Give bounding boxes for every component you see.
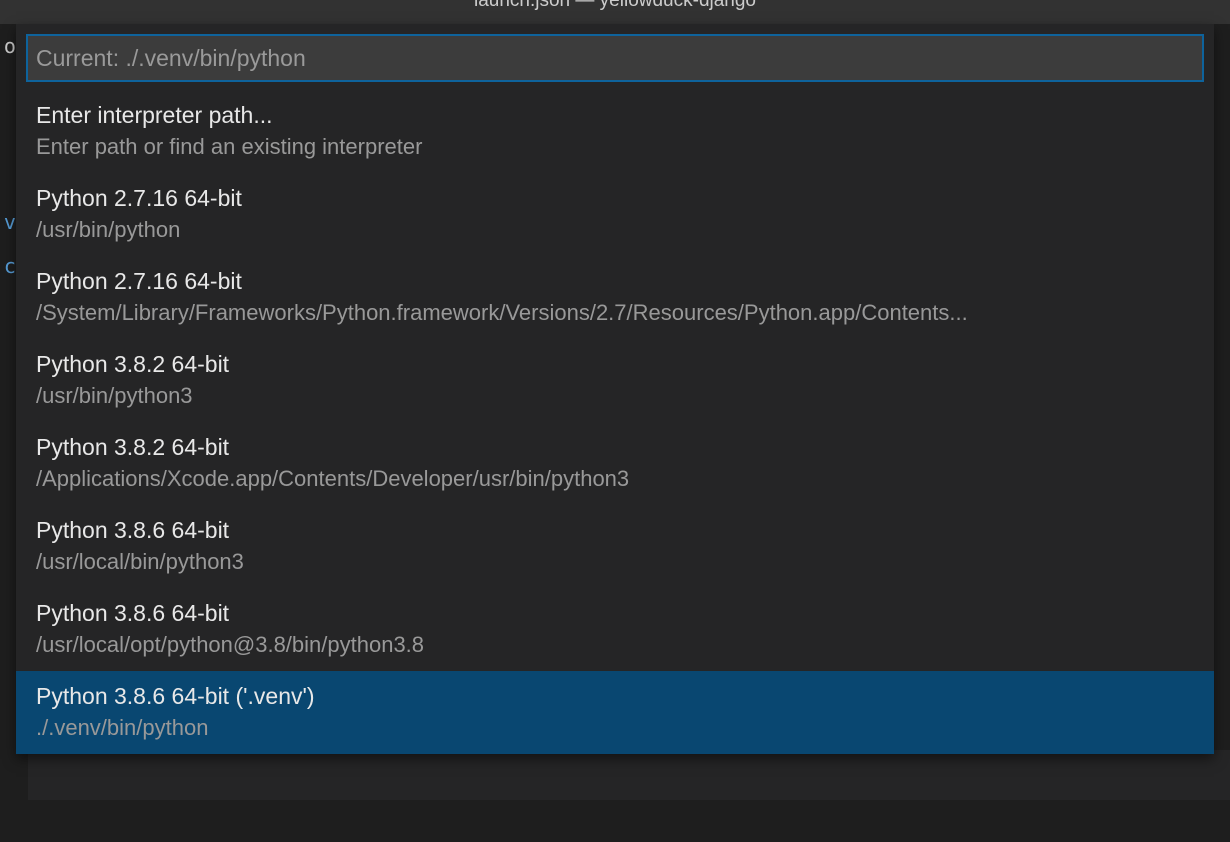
picker-item-description: ./.venv/bin/python: [36, 712, 1194, 744]
picker-item-description: /usr/local/opt/python@3.8/bin/python3.8: [36, 629, 1194, 661]
picker-item-description: /Applications/Xcode.app/Contents/Develop…: [36, 463, 1194, 495]
picker-item[interactable]: Python 3.8.6 64-bit/usr/local/bin/python…: [16, 505, 1214, 588]
picker-item-description: /usr/bin/python: [36, 214, 1194, 246]
picker-item-label: Python 3.8.6 64-bit: [36, 515, 1194, 546]
picker-item-description: /usr/local/bin/python3: [36, 546, 1194, 578]
title-bar-text: launch.json — yellowduck-django: [474, 0, 756, 12]
picker-item[interactable]: Enter interpreter path...Enter path or f…: [16, 90, 1214, 173]
title-bar: launch.json — yellowduck-django: [0, 0, 1230, 24]
interpreter-path-input[interactable]: [27, 35, 1203, 81]
interpreter-picker: Enter interpreter path...Enter path or f…: [16, 24, 1214, 754]
picker-item-description: /usr/bin/python3: [36, 380, 1194, 412]
picker-item-label: Python 3.8.6 64-bit: [36, 598, 1194, 629]
picker-item-label: Python 2.7.16 64-bit: [36, 266, 1194, 297]
picker-item[interactable]: Python 3.8.6 64-bit/usr/local/opt/python…: [16, 588, 1214, 671]
picker-item-label: Python 3.8.6 64-bit ('.venv'): [36, 681, 1194, 712]
picker-item[interactable]: Python 2.7.16 64-bit/usr/bin/python: [16, 173, 1214, 256]
picker-item-label: Enter interpreter path...: [36, 100, 1194, 131]
picker-item[interactable]: Python 3.8.2 64-bit/usr/bin/python3: [16, 339, 1214, 422]
picker-item[interactable]: Python 3.8.2 64-bit/Applications/Xcode.a…: [16, 422, 1214, 505]
picker-item[interactable]: Python 3.8.6 64-bit ('.venv')./.venv/bin…: [16, 671, 1214, 754]
picker-input-wrapper: [16, 24, 1214, 90]
picker-list: Enter interpreter path...Enter path or f…: [16, 90, 1214, 754]
panel-strip: [28, 750, 1230, 800]
picker-item[interactable]: Python 2.7.16 64-bit/System/Library/Fram…: [16, 256, 1214, 339]
picker-item-label: Python 2.7.16 64-bit: [36, 183, 1194, 214]
picker-item-label: Python 3.8.2 64-bit: [36, 349, 1194, 380]
picker-item-label: Python 3.8.2 64-bit: [36, 432, 1194, 463]
picker-item-description: /System/Library/Frameworks/Python.framew…: [36, 297, 1194, 329]
picker-item-description: Enter path or find an existing interpret…: [36, 131, 1194, 163]
